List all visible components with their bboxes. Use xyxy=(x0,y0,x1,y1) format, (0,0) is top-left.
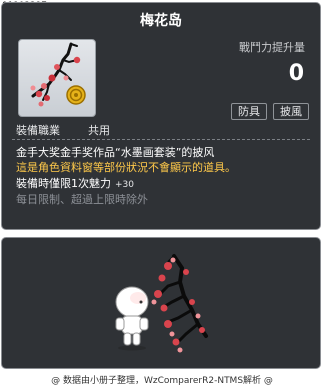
gold-coin-icon xyxy=(66,85,86,105)
item-subtype-tag: 披風 xyxy=(273,103,309,120)
job-label: 裝備職業 xyxy=(16,124,60,137)
daily-limit-note: 每日限制、超過上限時除外 xyxy=(16,193,148,206)
combat-power-label: 戰鬥力提升量 xyxy=(239,41,305,54)
item-type-tag: 防具 xyxy=(231,103,267,120)
item-icon-frame xyxy=(18,39,96,117)
job-value: 共用 xyxy=(88,124,110,137)
divider xyxy=(12,139,310,140)
job-row: 裝備職業 共用 xyxy=(16,122,110,138)
item-tooltip: 梅花岛 戰鬥力提升量 0 防具 披風 裝備職業 共用 金手大奖金手奖作品“水墨画… xyxy=(1,2,321,230)
character-preview-figure xyxy=(115,254,208,353)
visibility-notice: 這是角色資料窗等部份狀況不會顯示的道具。 xyxy=(16,161,236,174)
character-preview xyxy=(1,237,321,369)
combat-power-value: 0 xyxy=(288,61,304,86)
item-description: 金手大奖金手奖作品“水墨画套装”的披风 xyxy=(16,146,215,159)
charm-bonus-line: 裝備時僅限1次魅力 +30 xyxy=(16,175,134,191)
plum-blossom-cape-icon xyxy=(30,42,86,107)
charm-bonus-text: 裝備時僅限1次魅力 xyxy=(16,177,111,190)
item-title: 梅花岛 xyxy=(140,13,182,29)
footer-credit: @ 数据由小册子整理，WzComparerR2-NTMS解析 @ xyxy=(51,376,273,386)
charm-bonus-value: +30 xyxy=(115,180,134,190)
